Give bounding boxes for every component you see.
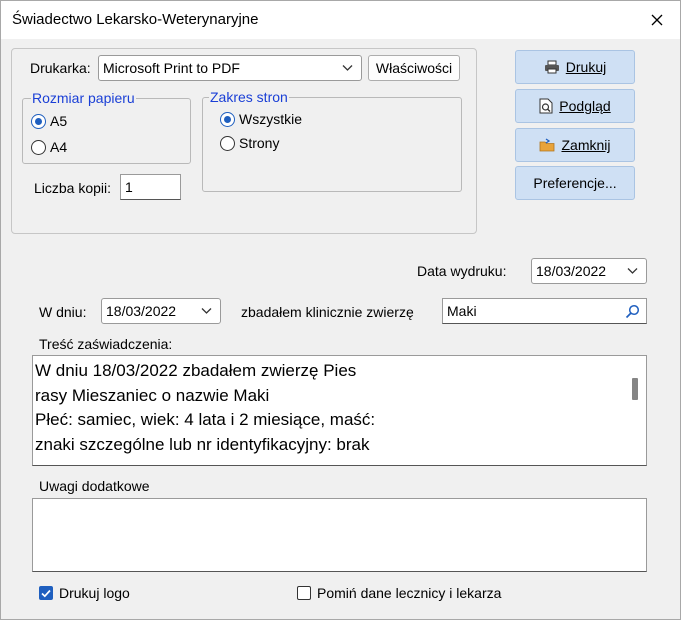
radio-selected-icon [220,111,235,127]
certificate-line: rasy Mieszaniec o nazwie Maki [35,385,270,405]
printer-properties-button[interactable]: Właściwości [368,55,460,81]
close-icon [651,14,663,26]
certificate-line: Płeć: samiec, wiek: 4 lata i 2 miesiące,… [35,410,376,429]
print-date-picker[interactable]: 18/03/2022 [531,258,647,284]
printer-icon [544,60,559,74]
exam-day-label: W dniu: [39,304,87,320]
preview-button[interactable]: Podgląd [515,89,635,123]
title-bar: Świadectwo Lekarsko-Weterynaryjne [1,1,680,39]
notes-textarea[interactable] [32,498,647,572]
certificate-line: znaki szczególne lub nr identyfikacyjny:… [35,434,370,454]
paper-size-legend: Rozmiar papieru [31,89,136,107]
printer-select-value: Microsoft Print to PDF [103,60,240,76]
exam-date-picker[interactable]: 18/03/2022 [101,298,221,324]
paper-a4-radio[interactable]: A4 [31,139,67,155]
close-button[interactable]: Zamknij [515,128,635,162]
window-title: Świadectwo Lekarsko-Weterynaryjne [12,11,259,28]
certificate-textarea[interactable]: W dniu 18/03/2022 zbadałem zwierzę Pies … [32,355,647,466]
close-window-button[interactable] [634,1,680,39]
radio-selected-icon [31,113,46,129]
page-range-legend: Zakres stron [209,88,289,106]
chevron-down-icon [201,308,212,314]
checkbox-checked-icon [39,586,53,600]
scrollbar-thumb[interactable] [632,378,638,400]
print-button[interactable]: Drukuj [515,50,635,84]
chevron-down-icon [342,65,353,71]
printer-label: Drukarka: [30,60,91,76]
copies-label: Liczba kopii: [34,180,112,196]
paper-a5-radio[interactable]: A5 [31,113,67,129]
examined-label: zbadałem klinicznie zwierzę [241,304,414,320]
preferences-button[interactable]: Preferencje... [515,166,635,200]
animal-search-input[interactable]: Maki [442,298,647,324]
skip-clinic-data-checkbox[interactable]: Pomiń dane lecznicy i lekarza [297,585,501,601]
certificate-label: Treść zaświadczenia: [39,336,173,352]
radio-unselected-icon [220,135,235,151]
radio-unselected-icon [31,139,46,155]
search-icon[interactable] [625,304,640,319]
preview-icon [539,98,553,114]
folder-close-icon [540,138,555,152]
print-logo-checkbox[interactable]: Drukuj logo [39,585,130,601]
range-pages-radio[interactable]: Strony [220,135,279,151]
notes-label: Uwagi dodatkowe [39,478,150,494]
certificate-line: W dniu 18/03/2022 zbadałem zwierzę Pies [35,361,357,380]
checkbox-unchecked-icon [297,586,311,600]
printer-select[interactable]: Microsoft Print to PDF [98,55,362,81]
print-date-label: Data wydruku: [417,263,507,279]
copies-input[interactable]: 1 [120,174,181,200]
range-all-radio[interactable]: Wszystkie [220,111,302,127]
chevron-down-icon [627,268,638,274]
dialog-window: Świadectwo Lekarsko-Weterynaryjne Drukar… [0,0,681,620]
